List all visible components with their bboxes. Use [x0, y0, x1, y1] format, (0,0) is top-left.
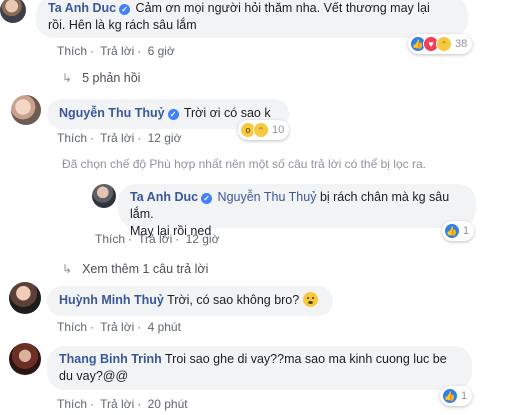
- haha-icon: ᵔ: [436, 36, 452, 52]
- comment-time[interactable]: 4 phút: [148, 320, 181, 334]
- comment-text: Trời, có sao không bro?: [167, 293, 300, 307]
- like-button[interactable]: Thích: [57, 397, 87, 411]
- comment-bubble: Ta Anh Duc ✓ Cảm ơn mọi người hỏi thăm nh…: [36, 0, 468, 38]
- like-button[interactable]: Thích: [57, 131, 87, 145]
- reaction-count: 1: [463, 225, 470, 237]
- like-button[interactable]: Thích: [57, 320, 87, 334]
- reaction-count: 10: [272, 124, 285, 136]
- reply-arrow-icon: ↳: [62, 71, 73, 85]
- reply-button[interactable]: Trả lời: [100, 320, 134, 334]
- comment-author[interactable]: Ta Anh Duc: [48, 1, 116, 15]
- comment-text: Troi sao ghe di vay??ma sao ma kinh cuon…: [165, 352, 447, 366]
- reply-button[interactable]: Trả lời: [138, 232, 172, 246]
- comment-text: Cảm ơn mọi người hỏi thăm nha. Vết thươn…: [135, 1, 430, 15]
- verified-badge-icon: ✓: [167, 109, 179, 120]
- reaction-summary[interactable]: 👍 1: [440, 386, 473, 406]
- reply-button[interactable]: Trả lời: [100, 44, 134, 58]
- reply-button[interactable]: Trả lời: [100, 397, 134, 411]
- comment-author[interactable]: Thang Binh Trinh: [59, 352, 162, 366]
- reply-author[interactable]: Ta Anh Duc: [130, 190, 198, 204]
- comment-text: Trời ơi có sao k: [183, 106, 271, 120]
- worried-face-icon: [303, 292, 319, 307]
- avatar[interactable]: [0, 0, 26, 23]
- comment-time[interactable]: 12 giờ: [148, 131, 182, 145]
- reply-time[interactable]: 12 giờ: [186, 232, 220, 246]
- filter-notice: Đã chọn chế độ Phù hợp nhất nên một số c…: [62, 157, 426, 171]
- reaction-summary[interactable]: o ᵔ 10: [238, 120, 290, 140]
- comment-author[interactable]: Nguyễn Thu Thuỷ: [59, 106, 165, 120]
- haha-icon: ᵔ: [253, 122, 269, 138]
- comment-author[interactable]: Huỳnh Minh Thuỷ: [59, 293, 164, 307]
- reply-actions: Thích · Trả lời · 12 giờ: [95, 232, 220, 246]
- mention-link[interactable]: Nguyễn Thu Thuỷ: [218, 190, 317, 204]
- comment-actions: Thích · Trả lời · 12 giờ: [57, 131, 182, 145]
- avatar[interactable]: [11, 95, 41, 125]
- reaction-summary[interactable]: 👍 ♥ ᵔ 38: [408, 34, 473, 54]
- avatar[interactable]: [9, 282, 41, 314]
- comment-time[interactable]: 20 phút: [148, 397, 188, 411]
- reply-bubble: Ta Anh Duc ✓ Nguyễn Thu Thuỷ bị rách chân…: [118, 184, 476, 238]
- like-icon: 👍: [442, 388, 458, 404]
- avatar[interactable]: [92, 184, 116, 208]
- comment-text: du vay?@@: [59, 369, 129, 383]
- comment-text: rồi. Hên là kg rách sâu lắm: [48, 18, 197, 32]
- verified-badge-icon: ✓: [201, 193, 213, 204]
- reaction-count: 38: [455, 38, 468, 50]
- reaction-summary[interactable]: 👍 1: [442, 221, 475, 241]
- verified-badge-icon: ✓: [119, 4, 131, 15]
- reaction-count: 1: [461, 390, 468, 402]
- like-button[interactable]: Thích: [95, 232, 125, 246]
- reply-button[interactable]: Trả lời: [100, 131, 134, 145]
- view-replies-link[interactable]: ↳ 5 phản hồi: [62, 71, 140, 85]
- comment-time[interactable]: 6 giờ: [148, 44, 175, 58]
- comment-actions: Thích · Trả lời · 20 phút: [57, 397, 188, 411]
- comment-bubble: Huỳnh Minh Thuỷ Trời, có sao không bro?: [47, 286, 333, 316]
- comment-actions: Thích · Trả lời · 6 giờ: [57, 44, 175, 58]
- comment-actions: Thích · Trả lời · 4 phút: [57, 320, 181, 334]
- like-button[interactable]: Thích: [57, 44, 87, 58]
- reply-arrow-icon: ↳: [62, 262, 73, 276]
- avatar[interactable]: [9, 343, 41, 375]
- like-icon: 👍: [444, 223, 460, 239]
- view-more-replies-link[interactable]: ↳ Xem thêm 1 câu trả lời: [62, 262, 208, 276]
- comment-bubble: Thang Binh Trinh Troi sao ghe di vay??ma…: [47, 346, 472, 390]
